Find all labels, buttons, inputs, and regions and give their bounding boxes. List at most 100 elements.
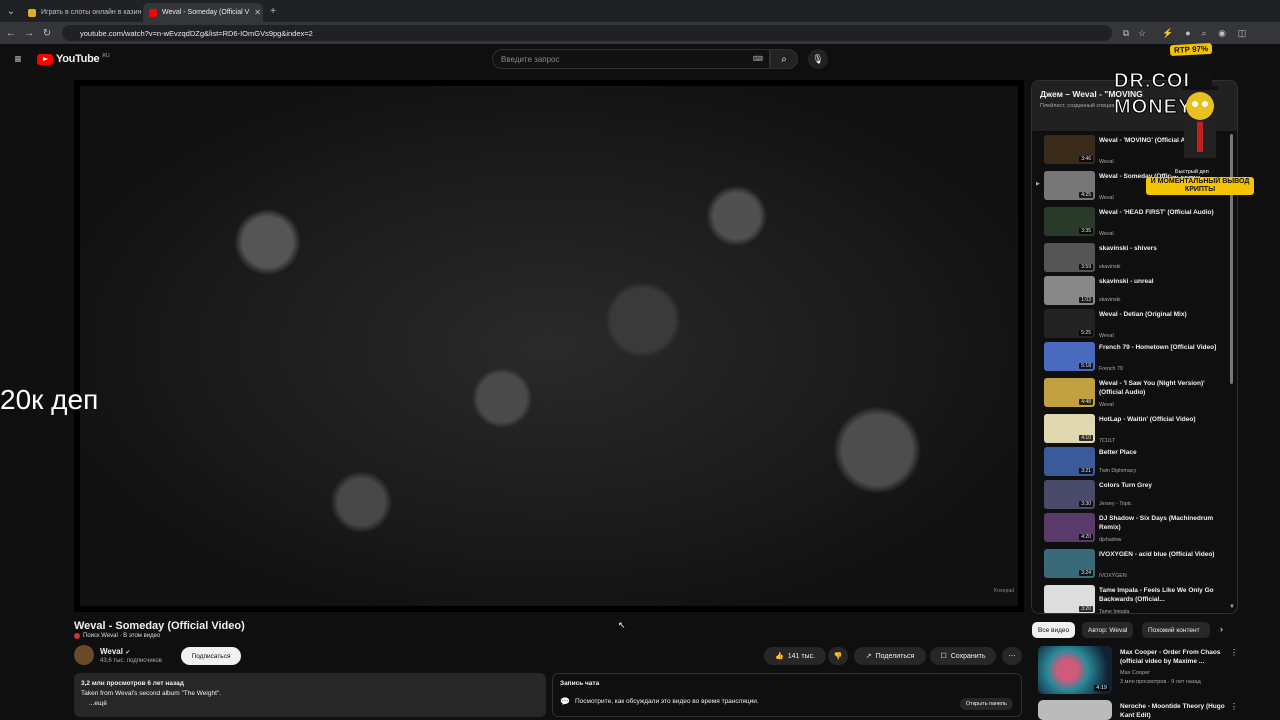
chat-text: Посмотрите, как обсуждали это видео во в…: [574, 698, 759, 705]
playlist-item[interactable]: 3:20 Tame Impala - Feels Like We Only Go …: [1036, 585, 1226, 614]
youtube-play-icon: [37, 53, 53, 65]
share-icon: ↗: [865, 653, 872, 660]
chip-author[interactable]: Автор: Weval: [1082, 622, 1134, 638]
tab-weval[interactable]: Weval - Someday (Official V ✕: [143, 3, 263, 22]
recommendation-thumbnail: 4:19: [1038, 646, 1112, 694]
playlist-item[interactable]: 4:48 Weval - 'I Saw You (Night Version)' …: [1036, 378, 1226, 411]
playlist-duration: 4:25: [1079, 192, 1093, 198]
forward-icon[interactable]: →: [22, 26, 36, 40]
description-more[interactable]: ...ещё: [81, 699, 539, 709]
playlist-item-author: Twin Diplomacy: [1099, 468, 1137, 474]
voice-search-button[interactable]: 🎙: [808, 49, 828, 69]
chips-next-icon[interactable]: ›: [1220, 624, 1223, 634]
url-text: youtube.com/watch?v=n-wEvzqdDZg&list=RD6…: [80, 28, 313, 38]
tab-casino[interactable]: Играть в слоты онлайн в казин ✕: [22, 3, 142, 22]
extension-red-icon[interactable]: ●: [1182, 27, 1194, 39]
search-button[interactable]: ⌕: [770, 49, 798, 69]
playlist-item[interactable]: 3:21 Better Place Twin Diplomacy: [1036, 447, 1226, 480]
subscriber-count: 43,6 тыс. подписчиков: [100, 658, 162, 664]
playlist-item-title: IVOXYGEN - acid blue (Official Video): [1099, 551, 1215, 558]
views-date: 3,2 млн просмотров 6 лет назад: [81, 680, 184, 687]
playlist-item-author: djshadow: [1099, 537, 1122, 543]
recommendation-channel: Max Cooper: [1120, 670, 1150, 676]
playlist-duration: 3:35: [1079, 228, 1093, 234]
playlist-thumbnail: 3:20: [1044, 585, 1095, 613]
save-icon: ☐: [940, 653, 947, 660]
keyboard-icon[interactable]: ⌨: [753, 55, 763, 63]
video-frame: [80, 86, 1018, 606]
bookmark-star-icon[interactable]: ☆: [1136, 27, 1148, 39]
more-actions-button[interactable]: ⋯: [1002, 647, 1022, 665]
playlist-item[interactable]: 3:59 skavinski - shivers skavinski: [1036, 243, 1226, 276]
playlist-duration: 1:03: [1079, 297, 1093, 303]
playlist-item-title: Weval - 'I Saw You (Night Version)' (Off…: [1099, 380, 1205, 396]
playlist-item[interactable]: 3:24 IVOXYGEN - acid blue (Official Video…: [1036, 549, 1226, 582]
playlist-item[interactable]: 4:10 HotLap - Waitin' (Official Video) 7CU…: [1036, 414, 1226, 447]
playlist-item-author: French 79: [1099, 366, 1123, 372]
playlist-item[interactable]: 5:25 Weval - Detian (Original Mix) Weval: [1036, 309, 1226, 342]
playlist-duration: 4:20: [1079, 534, 1093, 540]
playlist-item[interactable]: 3:30 Colors Turn Grey Jersey - Topic: [1036, 480, 1226, 513]
tab-search-icon[interactable]: ⌄: [4, 4, 18, 18]
channel-avatar[interactable]: [74, 645, 94, 665]
playlist-item-author: Tame Impala: [1099, 609, 1130, 614]
save-button[interactable]: ☐ Сохранить: [930, 647, 996, 665]
ad-rtp-badge: RTP 97%: [1169, 42, 1213, 57]
playlist-duration: 3:59: [1079, 264, 1093, 270]
scroll-down-icon[interactable]: ▼: [1229, 604, 1235, 610]
video-player[interactable]: [74, 80, 1024, 612]
playlist-thumbnail: 4:25: [1044, 171, 1095, 200]
ad-line1: Быстрый деп: [1170, 168, 1214, 176]
playlist-thumbnail: 4:48: [1044, 378, 1095, 407]
mouse-cursor-icon: ↖: [618, 620, 626, 630]
more-icon[interactable]: ⋮: [1230, 648, 1238, 657]
open-chat-button[interactable]: Открыть панель: [959, 698, 1013, 710]
close-icon[interactable]: ✕: [254, 8, 261, 17]
menu-icon[interactable]: ≡: [11, 52, 25, 66]
playlist-thumbnail: 3:30: [1044, 480, 1095, 509]
like-button[interactable]: 👍 141 тыс.: [764, 647, 826, 665]
mascot-icon: [1170, 70, 1230, 160]
subscribe-button[interactable]: Подписаться: [181, 647, 241, 665]
back-icon[interactable]: ←: [4, 26, 18, 40]
ad-line2: И МОМЕНТАЛЬНЫЙ ВЫВОД КРИПТЫ: [1146, 177, 1254, 195]
playlist-item[interactable]: 1:03 skavinski - unreal skavinski: [1036, 276, 1226, 309]
search-hint[interactable]: Поиск Weval · В этом видео: [74, 633, 160, 639]
playlist-item-author: Weval: [1099, 402, 1114, 408]
address-bar[interactable]: youtube.com/watch?v=n-wEvzqdDZg&list=RD6…: [62, 25, 1112, 41]
extension-icon[interactable]: ⚡: [1162, 27, 1174, 39]
new-tab-icon[interactable]: +: [266, 4, 280, 18]
recommendation-item[interactable]: 4:19 Max Cooper - Order From Chaos (offi…: [1038, 646, 1238, 696]
chip-related[interactable]: Похожий контент: [1142, 622, 1210, 638]
more-icon: ⋯: [1008, 653, 1016, 660]
channel-name[interactable]: Weval ✔: [100, 647, 130, 656]
playlist-thumbnail: 3:21: [1044, 447, 1095, 476]
zoom-icon[interactable]: ⌕: [1198, 27, 1210, 39]
more-icon[interactable]: ⋮: [1230, 702, 1238, 711]
now-playing-icon: ▶: [1036, 181, 1040, 187]
youtube-logo[interactable]: YouTube RU: [37, 53, 110, 65]
chip-all[interactable]: Все видео: [1032, 622, 1076, 638]
playlist-thumbnail: 5:25: [1044, 309, 1095, 338]
chat-icon: 💬: [560, 697, 570, 706]
search-input[interactable]: Введите запрос ⌨: [492, 49, 770, 69]
playlist-item[interactable]: 5:18 French 79 - Hometown [Official Video…: [1036, 342, 1226, 375]
recommendation-item[interactable]: Neroche - Moontide Theory (Hugo Kant Edi…: [1038, 700, 1238, 720]
install-icon[interactable]: ⧉: [1120, 27, 1132, 39]
browser-tabstrip: ⌄ Играть в слоты онлайн в казин ✕ Weval …: [0, 0, 1280, 22]
playlist-item[interactable]: 4:20 DJ Shadow - Six Days (Machinedrum Re…: [1036, 513, 1226, 546]
like-count: 141 тыс.: [787, 652, 816, 660]
profile-icon[interactable]: ◉: [1216, 27, 1228, 39]
thumbs-up-icon: 👍: [774, 653, 784, 660]
playlist-item-author: Weval: [1099, 231, 1114, 237]
chat-replay: Запись чата 💬 Посмотрите, как обсуждали …: [552, 673, 1022, 717]
reload-icon[interactable]: ↻: [40, 26, 54, 40]
recommendation-title: Neroche - Moontide Theory (Hugo Kant Edi…: [1120, 703, 1225, 719]
description-box[interactable]: 3,2 млн просмотров 6 лет назад Taken fro…: [74, 673, 546, 717]
dislike-button[interactable]: 👎: [828, 647, 848, 665]
share-button[interactable]: ↗ Поделиться: [854, 647, 926, 665]
playlist-item[interactable]: 3:35 Weval - 'HEAD FIRST' (Official Audio…: [1036, 207, 1226, 240]
playlist-item-author: skavinski: [1099, 297, 1121, 303]
youtube-favicon-icon: [149, 8, 157, 17]
extensions-puzzle-icon[interactable]: ◫: [1236, 27, 1248, 39]
